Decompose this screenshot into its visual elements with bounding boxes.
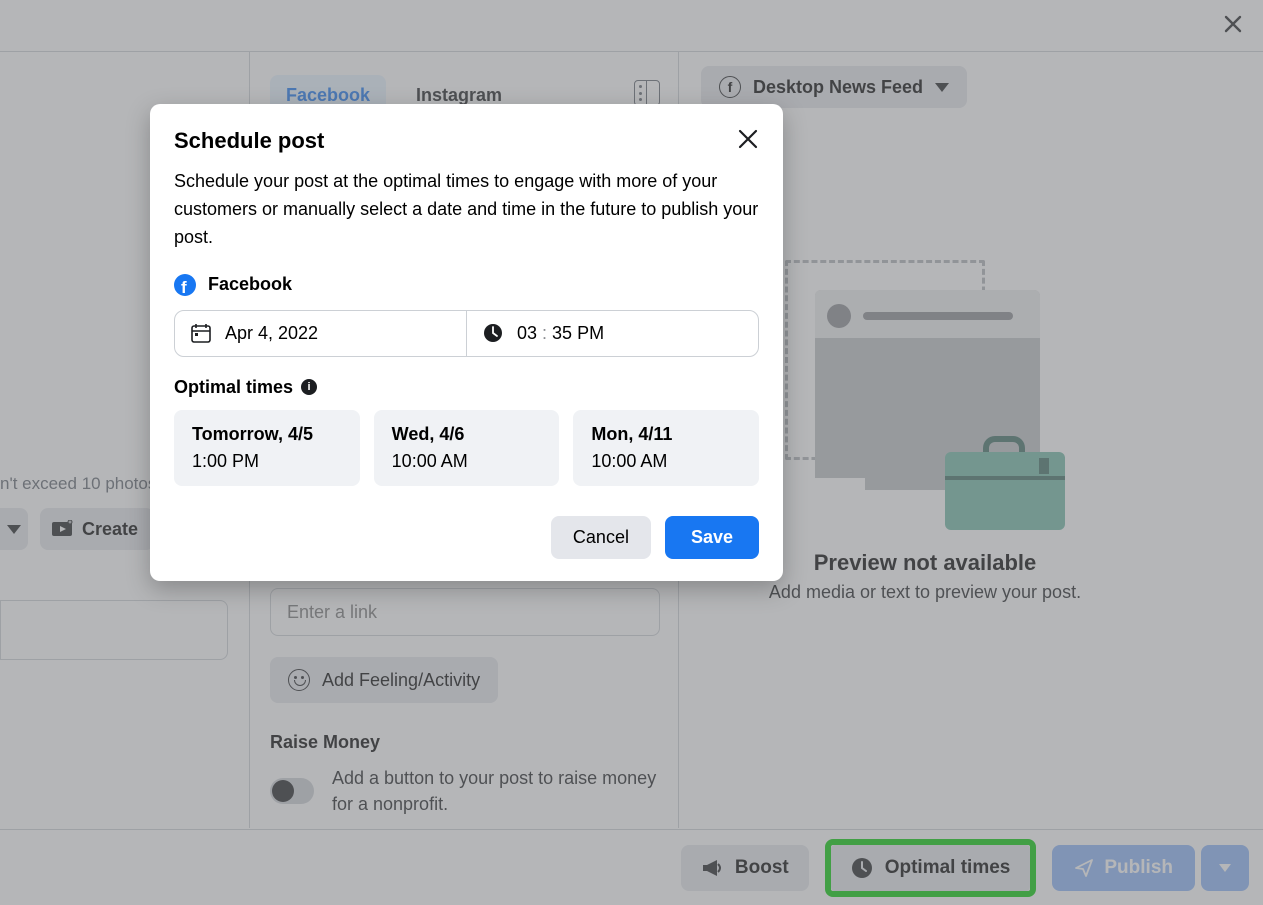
optimal-times-header: Optimal times xyxy=(174,377,293,398)
schedule-post-modal: Schedule post Schedule your post at the … xyxy=(150,104,783,581)
modal-description: Schedule your post at the optimal times … xyxy=(174,168,759,252)
optimal-time-day: Wed, 4/6 xyxy=(392,424,542,445)
date-picker[interactable]: Apr 4, 2022 xyxy=(175,311,466,356)
optimal-time-option[interactable]: Wed, 4/6 10:00 AM xyxy=(374,410,560,486)
clock-icon xyxy=(483,323,503,343)
optimal-time-option[interactable]: Tomorrow, 4/5 1:00 PM xyxy=(174,410,360,486)
info-icon[interactable]: i xyxy=(301,379,317,395)
calendar-icon xyxy=(191,323,211,343)
facebook-logo-icon xyxy=(174,274,196,296)
optimal-time-time: 10:00 AM xyxy=(591,451,741,472)
date-value: Apr 4, 2022 xyxy=(225,323,318,344)
save-button[interactable]: Save xyxy=(665,516,759,559)
optimal-time-time: 10:00 AM xyxy=(392,451,542,472)
optimal-time-day: Mon, 4/11 xyxy=(591,424,741,445)
platform-label: Facebook xyxy=(208,274,292,295)
modal-title: Schedule post xyxy=(174,128,324,154)
optimal-time-option[interactable]: Mon, 4/11 10:00 AM xyxy=(573,410,759,486)
time-picker[interactable]: 03 : 35 PM xyxy=(466,311,758,356)
optimal-time-day: Tomorrow, 4/5 xyxy=(192,424,342,445)
time-value: 03 : 35 PM xyxy=(517,323,604,344)
cancel-button[interactable]: Cancel xyxy=(551,516,651,559)
optimal-time-time: 1:00 PM xyxy=(192,451,342,472)
modal-close-button[interactable] xyxy=(737,128,759,150)
